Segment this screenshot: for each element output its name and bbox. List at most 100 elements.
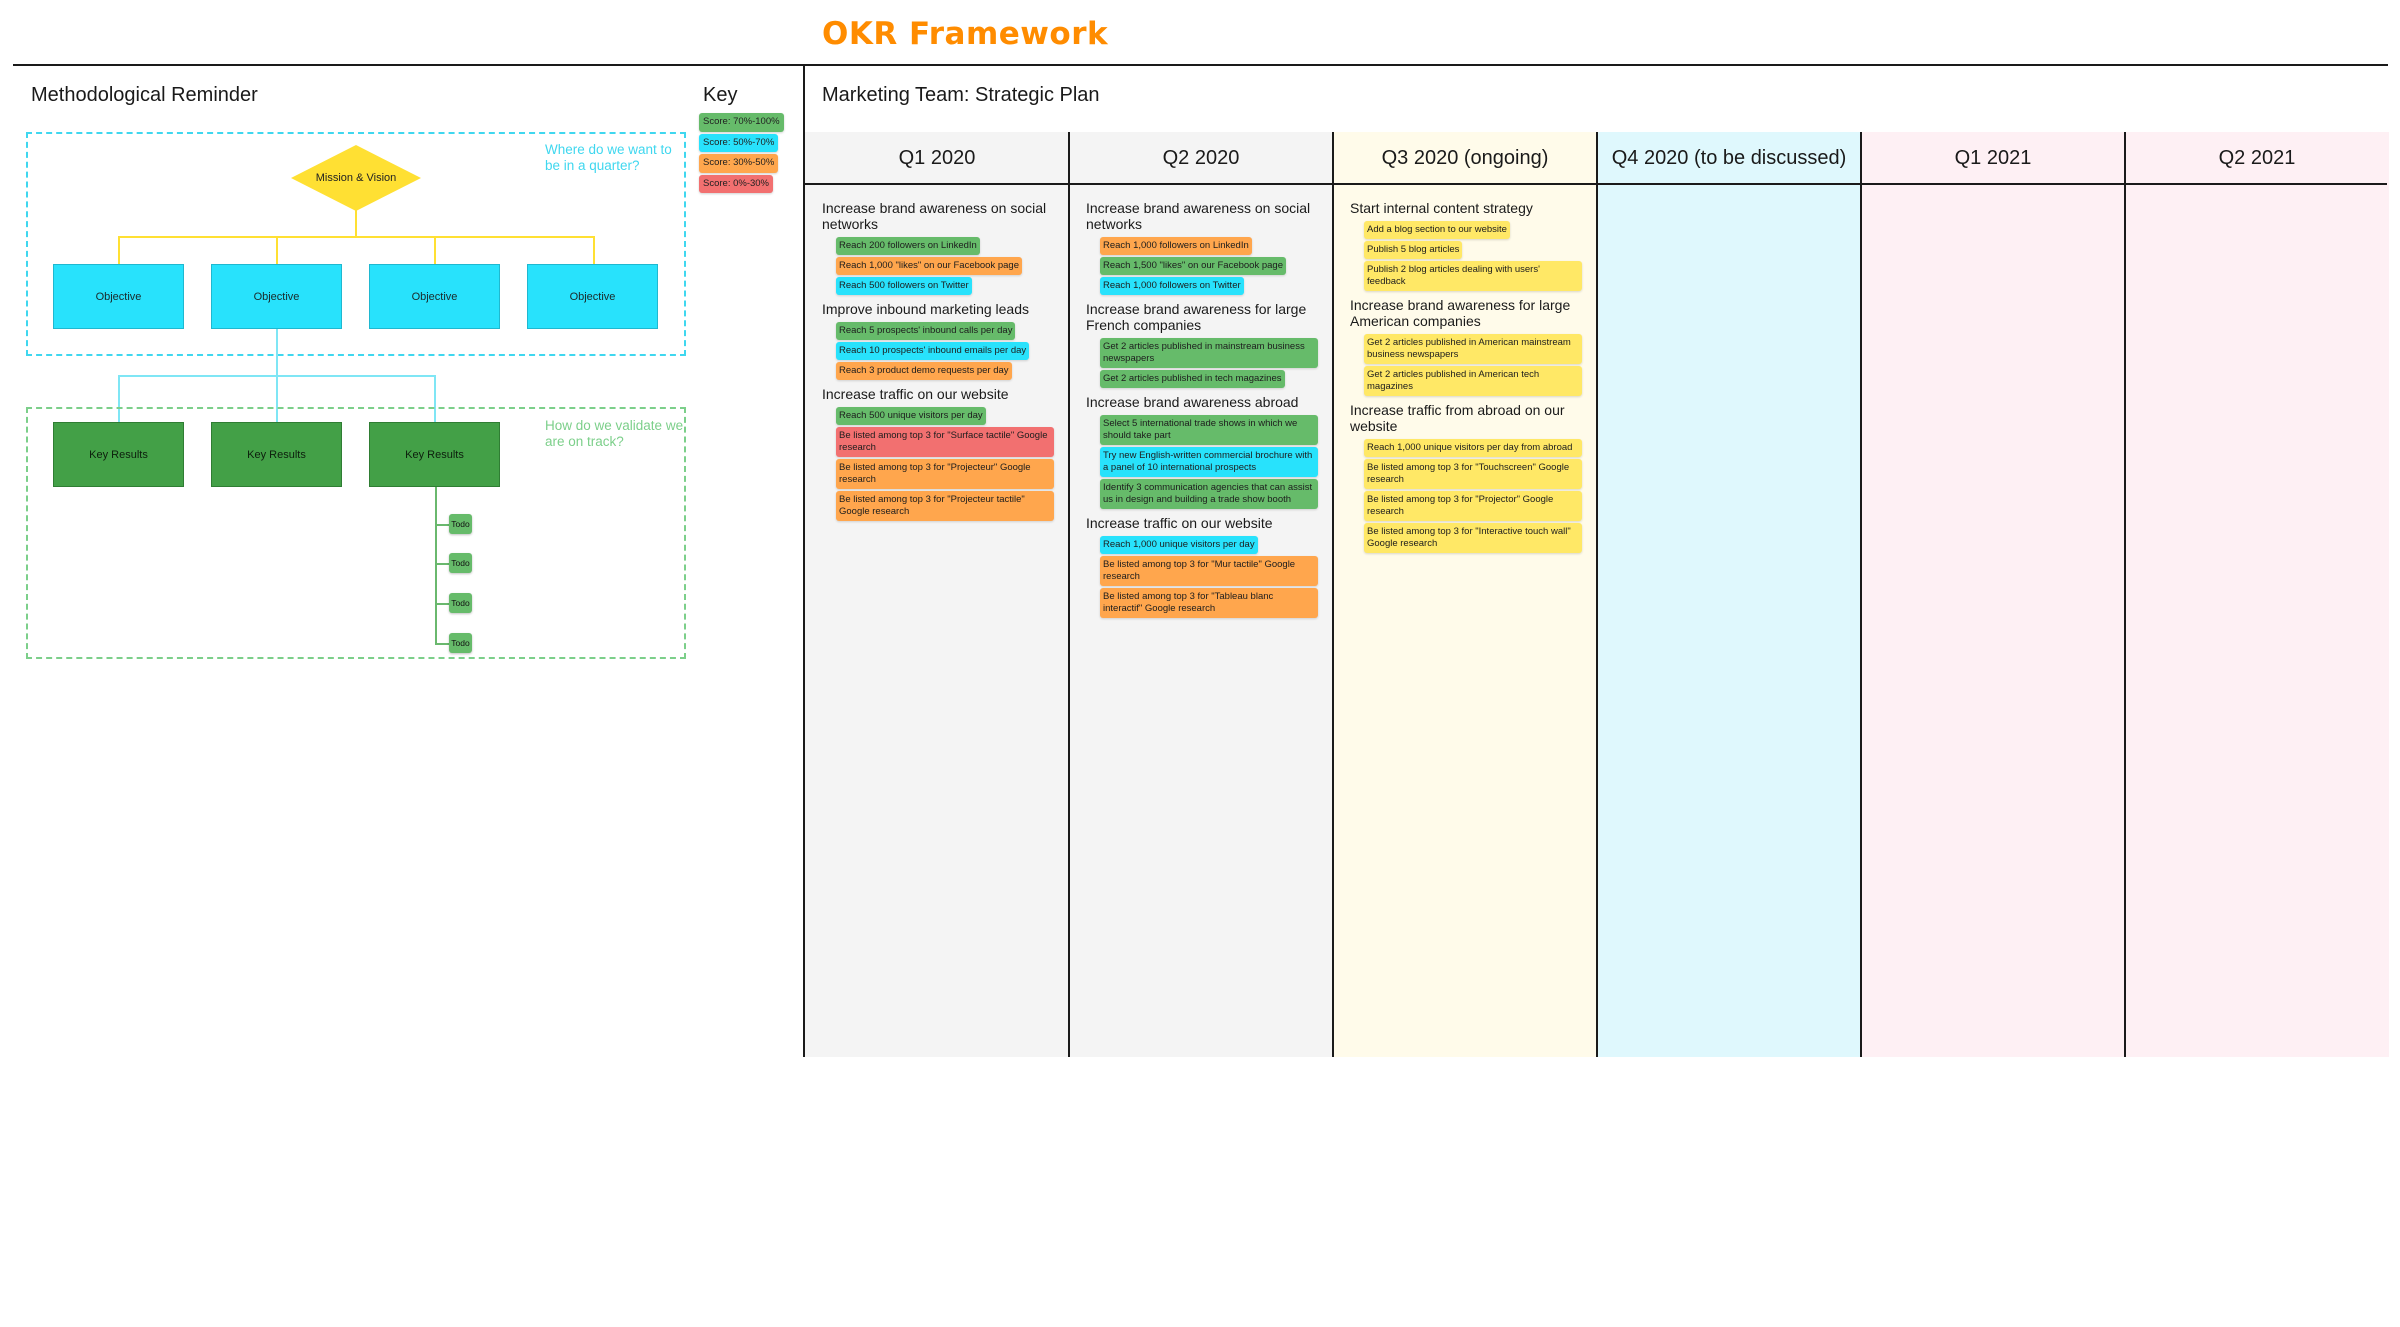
key-result-sticky[interactable]: Be listed among top 3 for "Interactive t… bbox=[1364, 523, 1582, 553]
key-result-sticky[interactable]: Reach 500 followers on Twitter bbox=[836, 277, 972, 295]
todo-node[interactable]: Todo bbox=[449, 633, 472, 653]
key-result-list: Reach 200 followers on LinkedIn Reach 1,0… bbox=[836, 237, 1054, 295]
key-item: Score: 70%-100% bbox=[699, 113, 784, 132]
key-results-node[interactable]: Key Results bbox=[53, 422, 184, 487]
methodology-heading: Methodological Reminder bbox=[31, 84, 258, 106]
key-result-sticky[interactable]: Identify 3 communication agencies that c… bbox=[1100, 479, 1318, 509]
quarter-column: Q2 2021 bbox=[2125, 132, 2389, 1057]
key-result-sticky[interactable]: Get 2 articles published in American tec… bbox=[1364, 366, 1582, 396]
quarter-objectives: Increase brand awareness on social netwo… bbox=[1086, 200, 1318, 624]
connector bbox=[593, 236, 595, 264]
objective-card: Increase brand awareness on social netwo… bbox=[1086, 200, 1318, 295]
key-results-node[interactable]: Key Results bbox=[211, 422, 342, 487]
quarter-objectives: Start internal content strategy Add a blo… bbox=[1350, 200, 1582, 559]
objective-node[interactable]: Objective bbox=[53, 264, 184, 329]
quarter-header[interactable]: Q1 2021 bbox=[1861, 132, 2125, 184]
key-result-sticky[interactable]: Reach 500 unique visitors per day bbox=[836, 407, 986, 425]
connector bbox=[435, 563, 449, 565]
objective-title[interactable]: Improve inbound marketing leads bbox=[822, 301, 1054, 317]
key-result-sticky[interactable]: Reach 1,000 unique visitors per day from… bbox=[1364, 439, 1582, 457]
key-result-list: Reach 500 unique visitors per day Be list… bbox=[836, 407, 1054, 521]
key-result-sticky[interactable]: Get 2 articles published in mainstream b… bbox=[1100, 338, 1318, 368]
quarter-objectives: Increase brand awareness on social netwo… bbox=[822, 200, 1054, 527]
key-result-sticky[interactable]: Reach 1,000 unique visitors per day bbox=[1100, 536, 1258, 554]
key-result-sticky[interactable]: Be listed among top 3 for "Projecteur" G… bbox=[836, 459, 1054, 489]
column-divider bbox=[1596, 132, 1598, 1057]
key-result-sticky[interactable]: Be listed among top 3 for "Tableau blanc… bbox=[1100, 588, 1318, 618]
objective-node[interactable]: Objective bbox=[369, 264, 500, 329]
key-result-sticky[interactable]: Be listed among top 3 for "Touchscreen" … bbox=[1364, 459, 1582, 489]
column-divider bbox=[2124, 132, 2126, 1057]
objective-card: Increase traffic on our website Reach 1,0… bbox=[1086, 515, 1318, 618]
todo-node[interactable]: Todo bbox=[449, 553, 472, 573]
quarter-column: Q2 2020 Increase brand awareness on socia… bbox=[1069, 132, 1333, 1057]
key-legend: Score: 70%-100% Score: 50%-70% Score: 30%-… bbox=[699, 113, 784, 193]
objective-node[interactable]: Objective bbox=[527, 264, 658, 329]
objective-card: Increase traffic on our website Reach 500… bbox=[822, 386, 1054, 521]
quarter-header[interactable]: Q3 2020 (ongoing) bbox=[1333, 132, 1597, 184]
plan-heading: Marketing Team: Strategic Plan bbox=[822, 84, 1100, 106]
key-result-sticky[interactable]: Be listed among top 3 for "Mur tactile" … bbox=[1100, 556, 1318, 586]
quarter-header[interactable]: Q1 2020 bbox=[805, 132, 1069, 184]
objective-title[interactable]: Increase brand awareness on social netwo… bbox=[1086, 200, 1318, 232]
objective-title[interactable]: Increase traffic on our website bbox=[822, 386, 1054, 402]
key-result-sticky[interactable]: Select 5 international trade shows in wh… bbox=[1100, 415, 1318, 445]
todo-node[interactable]: Todo bbox=[449, 593, 472, 613]
key-result-sticky[interactable]: Be listed among top 3 for "Projecteur ta… bbox=[836, 491, 1054, 521]
key-result-sticky[interactable]: Publish 2 blog articles dealing with use… bbox=[1364, 261, 1582, 291]
page-title: OKR Framework bbox=[822, 16, 1109, 52]
objective-title[interactable]: Increase traffic on our website bbox=[1086, 515, 1318, 531]
key-result-list: Get 2 articles published in mainstream b… bbox=[1100, 338, 1318, 388]
key-result-sticky[interactable]: Reach 1,000 followers on LinkedIn bbox=[1100, 237, 1252, 255]
key-result-sticky[interactable]: Reach 1,000 "likes" on our Facebook page bbox=[836, 257, 1022, 275]
key-result-list: Reach 5 prospects' inbound calls per day… bbox=[836, 322, 1054, 380]
key-results-note: How do we validate we are on track? bbox=[545, 418, 684, 449]
mission-vision-node[interactable]: Mission & Vision bbox=[291, 145, 421, 211]
connector bbox=[435, 487, 437, 644]
header-divider bbox=[805, 183, 2387, 185]
key-result-sticky[interactable]: Add a blog section to our website bbox=[1364, 221, 1510, 239]
objective-title[interactable]: Start internal content strategy bbox=[1350, 200, 1582, 216]
objective-card: Improve inbound marketing leads Reach 5 p… bbox=[822, 301, 1054, 380]
objective-title[interactable]: Increase brand awareness for large Ameri… bbox=[1350, 297, 1582, 329]
key-result-sticky[interactable]: Be listed among top 3 for "Surface tacti… bbox=[836, 427, 1054, 457]
key-result-sticky[interactable]: Reach 200 followers on LinkedIn bbox=[836, 237, 980, 255]
key-item: Score: 0%-30% bbox=[699, 174, 774, 193]
quarter-column: Q4 2020 (to be discussed) bbox=[1597, 132, 1861, 1057]
quarter-header[interactable]: Q4 2020 (to be discussed) bbox=[1597, 132, 1861, 184]
key-result-sticky[interactable]: Reach 1,500 "likes" on our Facebook page bbox=[1100, 257, 1286, 275]
key-result-sticky[interactable]: Reach 5 prospects' inbound calls per day bbox=[836, 322, 1016, 340]
objective-card: Start internal content strategy Add a blo… bbox=[1350, 200, 1582, 291]
key-result-sticky[interactable]: Get 2 articles published in tech magazin… bbox=[1100, 370, 1285, 388]
title-divider bbox=[13, 64, 2388, 66]
key-item: Score: 50%-70% bbox=[699, 133, 779, 152]
objectives-note: Where do we want to be in a quarter? bbox=[545, 142, 672, 173]
objective-title[interactable]: Increase brand awareness on social netwo… bbox=[822, 200, 1054, 232]
objective-card: Increase brand awareness on social netwo… bbox=[822, 200, 1054, 295]
key-result-sticky[interactable]: Try new English-written commercial broch… bbox=[1100, 447, 1318, 477]
key-result-sticky[interactable]: Reach 3 product demo requests per day bbox=[836, 362, 1012, 380]
objective-title[interactable]: Increase traffic from abroad on our webs… bbox=[1350, 402, 1582, 434]
objective-card: Increase brand awareness abroad Select 5 … bbox=[1086, 394, 1318, 509]
objective-node[interactable]: Objective bbox=[211, 264, 342, 329]
connector bbox=[118, 236, 595, 238]
column-divider bbox=[1860, 132, 1862, 1057]
column-divider bbox=[1332, 132, 1334, 1057]
column-divider bbox=[1068, 132, 1070, 1057]
key-result-sticky[interactable]: Reach 1,000 followers on Twitter bbox=[1100, 277, 1244, 295]
mission-vision-label: Mission & Vision bbox=[315, 171, 397, 184]
quarter-header[interactable]: Q2 2021 bbox=[2125, 132, 2389, 184]
connector bbox=[435, 603, 449, 605]
todo-node[interactable]: Todo bbox=[449, 514, 472, 534]
key-results-node[interactable]: Key Results bbox=[369, 422, 500, 487]
key-result-list: Add a blog section to our website Publish… bbox=[1364, 221, 1582, 291]
key-result-sticky[interactable]: Reach 10 prospects' inbound emails per d… bbox=[836, 342, 1030, 360]
key-result-sticky[interactable]: Get 2 articles published in American mai… bbox=[1364, 334, 1582, 364]
quarter-header[interactable]: Q2 2020 bbox=[1069, 132, 1333, 184]
connector bbox=[355, 210, 357, 238]
objective-title[interactable]: Increase brand awareness abroad bbox=[1086, 394, 1318, 410]
key-result-sticky[interactable]: Be listed among top 3 for "Projector" Go… bbox=[1364, 491, 1582, 521]
objective-title[interactable]: Increase brand awareness for large Frenc… bbox=[1086, 301, 1318, 333]
objective-card: Increase brand awareness for large Frenc… bbox=[1086, 301, 1318, 388]
key-result-sticky[interactable]: Publish 5 blog articles bbox=[1364, 241, 1463, 259]
